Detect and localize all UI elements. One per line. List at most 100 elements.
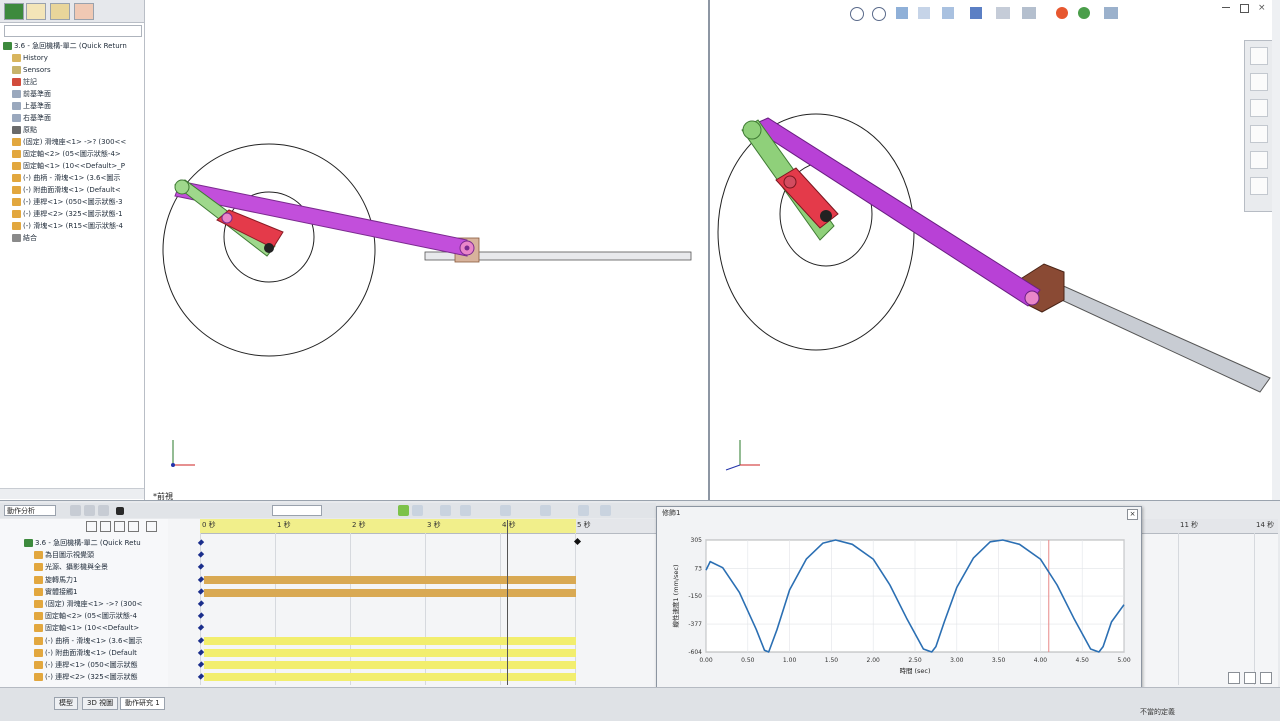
- motion-tree-item[interactable]: (-) 連桿<1> (050<圖示狀態: [34, 659, 138, 671]
- timeline-bar[interactable]: [204, 589, 576, 597]
- motion-tree-item[interactable]: (固定) 滑塊座<1> ->? (300<: [34, 598, 142, 610]
- feature-tree-item[interactable]: Sensors: [12, 64, 51, 76]
- feature-tree-item[interactable]: (固定) 滑塊座<1> ->? (300<<: [12, 136, 126, 148]
- display-style-icon[interactable]: [996, 7, 1010, 19]
- filter-driving-icon[interactable]: [100, 521, 111, 532]
- timeline-bar[interactable]: [204, 649, 576, 657]
- right-viewport[interactable]: [710, 0, 1272, 500]
- play-from-start-icon[interactable]: [84, 505, 95, 516]
- motion-tree-item[interactable]: 3.6 - 急回機構-單二 (Quick Retu: [24, 537, 141, 549]
- edit-appearance-icon[interactable]: [1056, 7, 1068, 19]
- feature-tree-item[interactable]: History: [12, 52, 48, 64]
- feature-tree-item[interactable]: (-) 滑塊<1> (R15<圖示狀態-4: [12, 220, 123, 232]
- resources-icon[interactable]: [1250, 47, 1268, 65]
- hide-show-items-icon[interactable]: [1022, 7, 1036, 19]
- feature-tree-item[interactable]: (-) 連桿<2> (325<圖示狀態-1: [12, 208, 123, 220]
- zoom-in-icon[interactable]: [1228, 672, 1240, 684]
- autokey-icon[interactable]: [398, 505, 409, 516]
- bottom-tab[interactable]: 動作研究 1: [120, 697, 165, 710]
- feature-tree-label: (-) 滑塊<1> (R15<圖示狀態-4: [23, 222, 123, 230]
- feature-tree-item[interactable]: 前基準面: [12, 88, 51, 100]
- minimize-icon[interactable]: [1222, 7, 1230, 8]
- feature-tree-item[interactable]: 右基準面: [12, 112, 51, 124]
- viewport-scrollbar[interactable]: [1272, 0, 1280, 500]
- play-icon[interactable]: [98, 505, 109, 516]
- feature-tree-item[interactable]: (-) 附曲面滑塊<1> (Default<: [12, 184, 121, 196]
- feature-manager-scrollbar[interactable]: [0, 488, 144, 499]
- feature-tree-item[interactable]: (-) 連桿<1> (050<圖示狀態-3: [12, 196, 123, 208]
- motion-tree-label: 實體接觸1: [45, 587, 78, 596]
- apply-scene-icon[interactable]: [1078, 7, 1090, 19]
- add-key-icon[interactable]: [412, 505, 423, 516]
- filter-selected-icon[interactable]: [114, 521, 125, 532]
- gravity-icon[interactable]: [540, 505, 551, 516]
- dynamic-annotation-icon[interactable]: [942, 7, 954, 19]
- previous-view-icon[interactable]: [896, 7, 908, 19]
- timeline-playhead[interactable]: [507, 520, 508, 685]
- study-properties-icon[interactable]: [600, 505, 611, 516]
- custom-properties-icon[interactable]: [1250, 177, 1268, 195]
- feature-tree-item[interactable]: 註記: [12, 76, 37, 88]
- filter-results-icon[interactable]: [128, 521, 139, 532]
- playback-speed-select[interactable]: [272, 505, 322, 516]
- motion-tree-item[interactable]: 光源、攝影機與全景: [34, 561, 108, 573]
- stop-icon[interactable]: [116, 507, 124, 515]
- view-palette-icon[interactable]: [1250, 125, 1268, 143]
- feature-tree-item[interactable]: 原點: [12, 124, 37, 136]
- zoom-to-area-icon[interactable]: [872, 7, 886, 21]
- feature-tree-item[interactable]: (-) 曲柄 - 滑塊<1> (3.6<圖示: [12, 172, 120, 184]
- study-type-select[interactable]: 動作分析: [4, 505, 56, 516]
- feature-tree-item[interactable]: 固定軸<2> (05<圖示狀態-4>: [12, 148, 121, 160]
- timeline-bar[interactable]: [204, 673, 576, 681]
- bottom-tab[interactable]: 模型: [54, 697, 78, 710]
- component-icon: [34, 636, 43, 645]
- zoom-fit-icon[interactable]: [1260, 672, 1272, 684]
- timeline-bar[interactable]: [204, 576, 576, 584]
- filter-animated-icon[interactable]: [86, 521, 97, 532]
- spring-icon[interactable]: [460, 505, 471, 516]
- plot-close-button[interactable]: ×: [1127, 509, 1138, 520]
- motion-tree-item[interactable]: (-) 連桿<2> (325<圖示狀態: [34, 671, 138, 683]
- left-viewport[interactable]: [145, 0, 708, 500]
- motion-tree-item[interactable]: 為目圖示視覺頭: [34, 549, 94, 561]
- property-manager-tab[interactable]: [26, 3, 46, 20]
- feature-icon: [12, 66, 21, 74]
- timeline-gridline: [1254, 533, 1255, 685]
- motion-tree-item[interactable]: (-) 附曲面滑塊<1> (Default: [34, 647, 137, 659]
- motion-tree-item[interactable]: 旋轉馬力1: [34, 574, 77, 586]
- feature-tree-label: 固定軸<1> (10<<Default>_P: [23, 162, 125, 170]
- maximize-icon[interactable]: [1240, 4, 1249, 13]
- zoom-out-icon[interactable]: [1244, 672, 1256, 684]
- timeline-bar[interactable]: [204, 661, 576, 669]
- design-library-icon[interactable]: [1250, 73, 1268, 91]
- feature-tree-item[interactable]: 固定軸<1> (10<<Default>_P: [12, 160, 125, 172]
- feature-tree-tab[interactable]: [4, 3, 24, 20]
- view-settings-icon[interactable]: [1104, 7, 1118, 19]
- feature-filter-input[interactable]: [4, 25, 142, 37]
- calculate-icon[interactable]: [70, 505, 81, 516]
- motion-tree-item[interactable]: 固定軸<1> (10<<Default>: [34, 622, 139, 634]
- timeline-bar[interactable]: [204, 637, 576, 645]
- rocker-end-pin: [464, 245, 470, 251]
- motion-tree-label: 固定軸<1> (10<<Default>: [45, 624, 140, 633]
- motion-tree-item[interactable]: (-) 曲柄 - 滑塊<1> (3.6<圖示: [34, 635, 142, 647]
- section-view-icon[interactable]: [918, 7, 930, 19]
- feature-tree-item[interactable]: 上基準面: [12, 100, 51, 112]
- feature-tree-item[interactable]: 3.6 - 急回機構-單二 (Quick Return: [3, 40, 127, 52]
- display-manager-tab[interactable]: [74, 3, 94, 20]
- appearances-icon[interactable]: [1250, 151, 1268, 169]
- close-icon[interactable]: ×: [1258, 3, 1266, 13]
- zoom-to-fit-icon[interactable]: [850, 7, 864, 21]
- view-orientation-icon[interactable]: [970, 7, 982, 19]
- configuration-manager-tab[interactable]: [50, 3, 70, 20]
- results-plots-icon[interactable]: [578, 505, 589, 516]
- feature-tree-item[interactable]: 結合: [12, 232, 37, 244]
- rocker-link[interactable]: [748, 117, 1041, 307]
- motion-tree-item[interactable]: 固定軸<2> (05<圖示狀態-4: [34, 610, 137, 622]
- zoom-timeline-icon[interactable]: [146, 521, 157, 532]
- file-explorer-icon[interactable]: [1250, 99, 1268, 117]
- motor-icon[interactable]: [440, 505, 451, 516]
- bottom-tab[interactable]: 3D 視圖: [82, 697, 119, 710]
- contact-icon[interactable]: [500, 505, 511, 516]
- motion-tree-item[interactable]: 實體接觸1: [34, 586, 77, 598]
